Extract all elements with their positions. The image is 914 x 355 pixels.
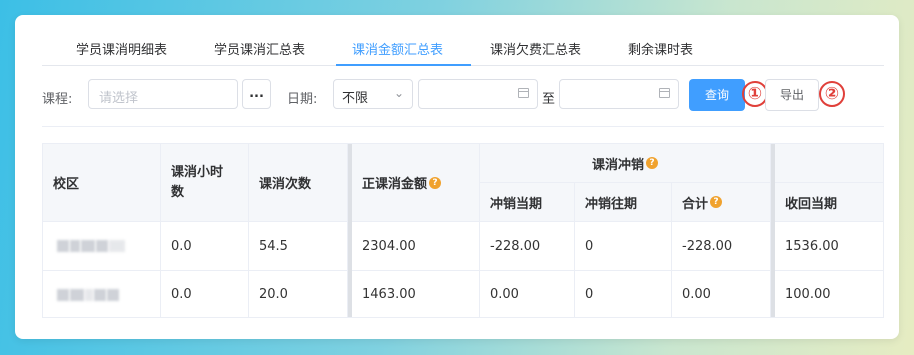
course-more-button[interactable]: ... [242,79,271,109]
filter-bar: 课程: 请选择 ... 日期: 不限 ⌄ 至 查询 ① 导出 ② [15,79,899,113]
range-separator: 至 [542,92,556,107]
calendar-icon [518,88,529,98]
active-tab-indicator [336,64,471,66]
table-cell-campus [43,271,161,317]
header-offset-group-label: 课消冲销 [591,157,644,173]
calendar-icon [659,88,670,98]
table-cell-hours: 0.0 [161,271,249,317]
query-button[interactable]: 查询 [689,79,745,111]
redacted-campus [57,271,120,317]
redacted-campus [57,222,126,270]
header-offset-past: 冲销往期 [575,183,672,222]
header-amount: 正课消金额 ? [352,144,480,222]
export-button[interactable]: 导出 [765,79,819,111]
start-date-input[interactable] [418,79,538,109]
course-placeholder: 请选择 [99,91,139,106]
header-campus: 校区 [43,144,161,222]
date-mode-select[interactable]: 不限 ⌄ [333,79,413,109]
header-hours-label: 课消小时数 [171,164,224,200]
annotation-marker-2: ② [819,81,845,107]
table-cell-offset-past: 0 [575,271,672,317]
table-cell-amount: 1463.00 [352,271,480,317]
table-cell-recover-current: 1536.00 [775,222,883,271]
header-offset-group: 课消冲销 ? [480,144,771,183]
help-icon[interactable]: ? [646,157,658,169]
chevron-down-icon: ⌄ [393,86,404,100]
header-times: 课消次数 [249,144,348,222]
fixed-column-shadow [348,144,352,317]
date-mode-value: 不限 [342,91,369,106]
fixed-column-shadow [771,144,775,317]
header-recover-current: 收回当期 [775,183,883,222]
header-offset-current: 冲销当期 [480,183,575,222]
tab-student-detail[interactable]: 学员课消明细表 [76,39,167,58]
table-cell-recover-current: 100.00 [775,271,883,317]
help-icon[interactable]: ? [429,176,442,189]
table-cell-times: 54.5 [249,222,348,271]
course-label: 课程: [42,92,73,107]
table-cell-hours: 0.0 [161,222,249,271]
help-icon[interactable]: ? [710,196,723,208]
table-cell-times: 20.0 [249,271,348,317]
date-label: 日期: [287,92,318,107]
course-select[interactable]: 请选择 [88,79,238,109]
table-cell-total: -228.00 [672,222,771,271]
header-hours: 课消小时数 [161,144,249,222]
table-cell-amount: 2304.00 [352,222,480,271]
tab-remaining-hours[interactable]: 剩余课时表 [628,39,693,58]
table-cell-offset-current: 0.00 [480,271,575,317]
tab-arrears-summary[interactable]: 课消欠费汇总表 [490,39,581,58]
table-cell-offset-current: -228.00 [480,222,575,271]
report-card: 学员课消明细表 学员课消汇总表 课消金额汇总表 课消欠费汇总表 剩余课时表 课程… [15,15,899,339]
table-cell-campus [43,222,161,271]
tab-amount-summary[interactable]: 课消金额汇总表 [352,39,443,58]
header-total: 合计 ? [672,183,771,222]
report-tabs: 学员课消明细表 学员课消汇总表 课消金额汇总表 课消欠费汇总表 剩余课时表 [42,37,884,66]
end-date-input[interactable] [559,79,679,109]
header-recover-group [775,144,883,183]
amount-summary-table: 校区 课消小时数 课消次数 正课消金额 ? 课消冲销 ? 冲销当期 冲销往期 合… [42,143,884,318]
header-total-label: 合计 [682,196,709,212]
tab-student-summary[interactable]: 学员课消汇总表 [214,39,305,58]
header-amount-label: 正课消金额 [362,177,428,192]
table-cell-total: 0.00 [672,271,771,317]
filter-divider [42,126,884,127]
ellipsis-icon: ... [249,86,264,101]
table-cell-offset-past: 0 [575,222,672,271]
